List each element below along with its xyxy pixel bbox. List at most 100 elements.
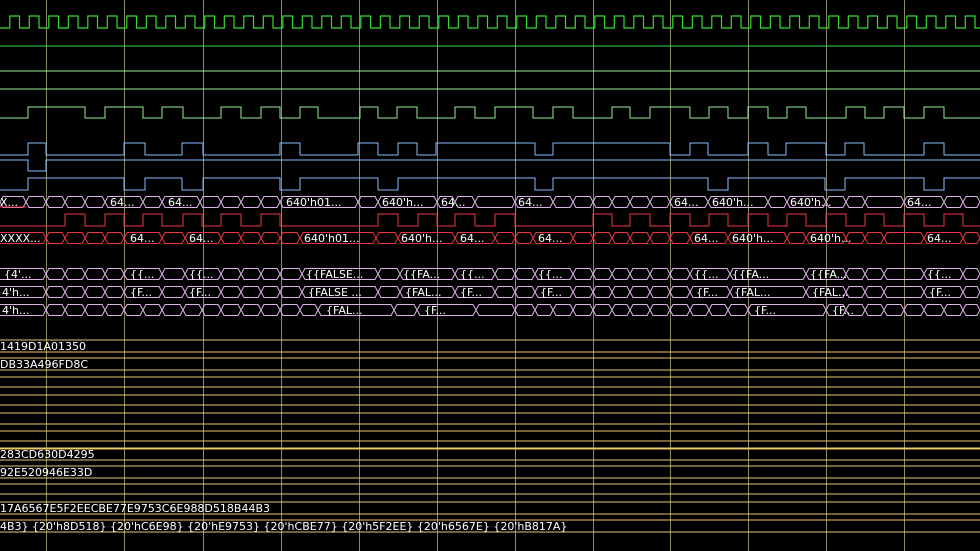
struct-bus-waveform (669, 268, 691, 280)
bus-value-label: {{FA... (403, 268, 440, 281)
struct-bus-waveform (64, 268, 86, 280)
field-bus-waveform (649, 286, 671, 298)
field2-bus-waveform (883, 304, 905, 316)
bus-value-label: {4'... (4, 268, 32, 281)
field2-bus-waveform (923, 304, 945, 316)
field-bus-waveform (279, 286, 303, 298)
field2-bus-waveform (201, 304, 222, 316)
field-bus-waveform (161, 286, 186, 298)
field2-bus-waveform (552, 304, 574, 316)
field-bus-waveform (514, 286, 536, 298)
bus-value-label: {{... (189, 268, 214, 281)
bus-value-label: {F... (460, 286, 482, 299)
struct-bus-waveform (611, 268, 631, 280)
data-valid-signal-waveform (0, 106, 980, 119)
data-out-bus-waveform (64, 232, 86, 244)
data-bus-waveform (629, 196, 651, 208)
field2-bus-waveform (84, 304, 106, 316)
data-out-bus-waveform (375, 232, 399, 244)
bus-value-label: 640'h... (790, 196, 831, 209)
bus-value-label: {F... (754, 304, 776, 317)
data-out-bus-waveform (161, 232, 186, 244)
data-out-bus-waveform (45, 232, 66, 244)
field-bus-waveform (592, 286, 613, 298)
field-bus-waveform (260, 286, 281, 298)
field2-bus-waveform (864, 304, 885, 316)
struct-bus-waveform (514, 268, 536, 280)
field-bus-waveform (629, 286, 651, 298)
field2-bus-waveform (260, 304, 281, 316)
bus-value-label: 64... (168, 196, 193, 209)
field2-bus-waveform (903, 304, 925, 316)
bus-value-label: 64... (110, 196, 135, 209)
bus-value-label: X... (0, 196, 18, 209)
field-bus-waveform (611, 286, 631, 298)
data-out-bus-waveform (669, 232, 691, 244)
bus-value-label: {F... (832, 304, 854, 317)
write-enable-signal-waveform (0, 213, 980, 227)
bus-value-label: 64... (927, 232, 952, 245)
bus-value-label: {{... (460, 268, 485, 281)
bus-value-label: 64... (907, 196, 932, 209)
data-bus-waveform (864, 196, 905, 208)
data-bus-waveform (552, 196, 574, 208)
bus-value-label: 4'h... (2, 304, 29, 317)
bus-value-label: 64... (538, 232, 563, 245)
bus-value-label: 64... (460, 232, 485, 245)
bus-value-label: {{FA... (810, 268, 847, 281)
field2-bus-waveform (240, 304, 262, 316)
struct-bus-waveform (84, 268, 106, 280)
data-out-bus-waveform (279, 232, 301, 244)
field-bus-waveform (104, 286, 125, 298)
bus-value-label: 64... (189, 232, 214, 245)
field-bus-waveform (864, 286, 885, 298)
data-bus-waveform (260, 196, 281, 208)
data-out-bus-waveform (864, 232, 885, 244)
bus-value-label: 64... (441, 196, 466, 209)
bus-row-7-labels: {4'... {{... {{... {{FALSE... {{FA... {{… (4, 268, 952, 281)
field2-bus-waveform (534, 304, 554, 316)
data-out-bus-waveform (260, 232, 281, 244)
field2-bus-waveform (669, 304, 691, 316)
struct-bus-waveform (629, 268, 651, 280)
bus-value-label: {F... (424, 304, 446, 317)
data-bus-waveform (767, 196, 788, 208)
bus-value-label: 64... (694, 232, 719, 245)
struct-bus-waveform (864, 268, 885, 280)
field-bus-waveform (962, 286, 980, 298)
bus-value-label: 64... (130, 232, 155, 245)
bus-value-label: {F... (540, 286, 562, 299)
field2-bus-waveform (572, 304, 594, 316)
struct-bus-waveform (104, 268, 125, 280)
data-bus-waveform (64, 196, 86, 208)
field2-bus-waveform (142, 304, 163, 316)
data-out-bus-waveform (220, 232, 242, 244)
bus-value-label: {{FA... (732, 268, 769, 281)
field2-bus-waveform (649, 304, 671, 316)
field2-bus-waveform (299, 304, 319, 316)
struct-bus-waveform (494, 268, 516, 280)
bus-value-label: {{... (694, 268, 719, 281)
data-bus-waveform (474, 196, 516, 208)
data-out-bus-waveform (494, 232, 516, 244)
bus-value-label: 64... (518, 196, 543, 209)
bus-value-label: 640'h... (712, 196, 753, 209)
struct-bus-waveform (592, 268, 613, 280)
bus-value-label: {FAL... (405, 286, 441, 299)
bus-value-label: {F... (929, 286, 951, 299)
field2-bus-waveform (727, 304, 749, 316)
waveform-view[interactable]: X... 64... 64... 640'h01... 640'h... 64.… (0, 0, 980, 551)
bus-value-label: {{FALSE... (306, 268, 363, 281)
field2-bus-waveform (475, 304, 516, 316)
data-bus-waveform (240, 196, 262, 208)
field-bus-waveform (84, 286, 106, 298)
data-bus-waveform (220, 196, 242, 208)
data-bus-waveform (962, 196, 980, 208)
bus-value-label: 64... (674, 196, 699, 209)
bus-value-label: {F... (696, 286, 718, 299)
data-out-bus-waveform (649, 232, 671, 244)
field2-bus-waveform (629, 304, 651, 316)
ready-signal-waveform (0, 142, 980, 156)
field-bus-waveform (572, 286, 594, 298)
bus-value-label: 640'h... (401, 232, 442, 245)
